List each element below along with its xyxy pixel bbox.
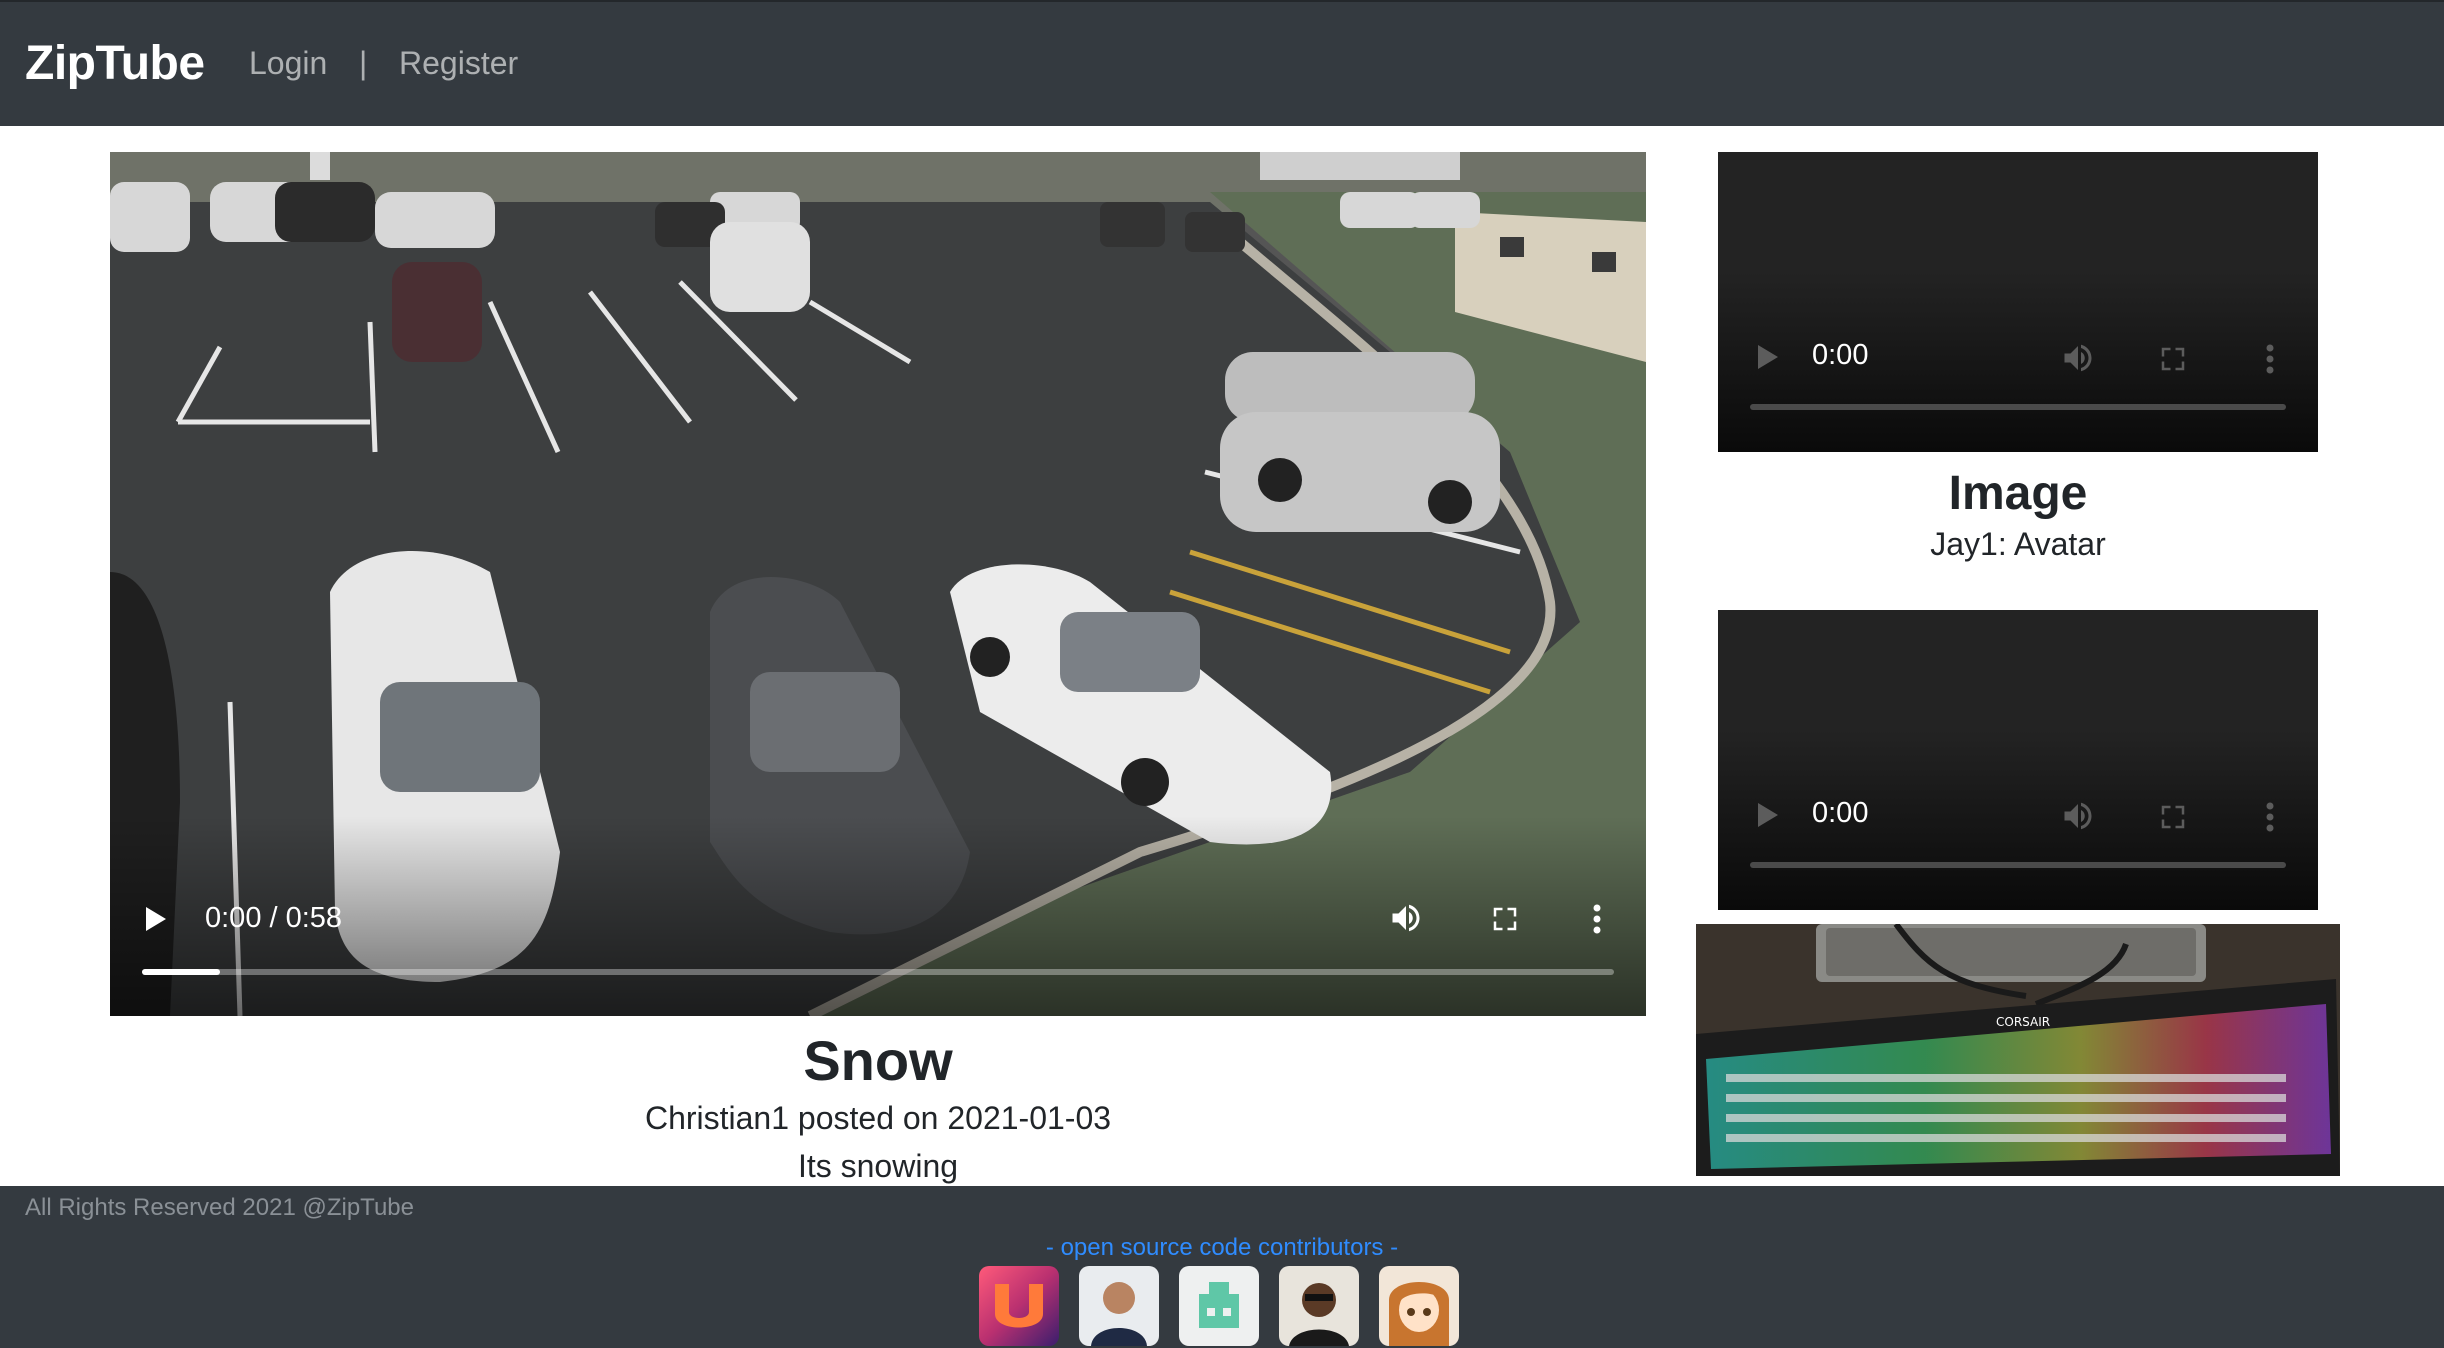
register-link[interactable]: Register [399, 45, 518, 82]
more-options-icon[interactable] [2266, 344, 2274, 379]
video-description: Its snowing [797, 1148, 959, 1184]
brand-logo[interactable]: ZipTube [25, 36, 205, 91]
video-meta: Christian1 posted on 2021-01-03 [644, 1100, 1112, 1136]
video-progress-bar[interactable] [1750, 404, 2286, 410]
contributors-label[interactable]: - open source code contributors - [0, 1234, 2444, 1262]
fullscreen-icon[interactable] [1490, 904, 1520, 939]
footer: All Rights Reserved 2021 @ZipTube - open… [0, 1186, 2444, 1348]
volume-icon[interactable] [2060, 798, 2096, 839]
fullscreen-icon[interactable] [2158, 344, 2188, 379]
play-icon[interactable] [1758, 345, 1778, 369]
keyboard-thumbnail-image: CORSAIR [1696, 924, 2340, 1176]
contributor-avatar-3[interactable] [1179, 1266, 1259, 1346]
sidebar-video-player-1[interactable]: 0:00 [1718, 152, 2318, 452]
play-icon[interactable] [146, 907, 166, 931]
sidebar-video-time: 0:00 [1812, 797, 1869, 829]
more-options-icon[interactable] [2266, 802, 2274, 837]
main-video-player[interactable]: 0:00 / 0:58 [110, 152, 1646, 1016]
sidebar-video-player-2[interactable]: 0:00 [1718, 610, 2318, 910]
video-time-display: 0:00 / 0:58 [205, 902, 343, 934]
contributor-avatar-5[interactable] [1379, 1266, 1459, 1346]
sidebar-video-meta: Jay1: Avatar [1930, 526, 2106, 562]
sidebar-video-title[interactable]: Image [1718, 466, 2318, 521]
nav-separator: | [359, 45, 368, 81]
sidebar-video-thumbnail[interactable]: CORSAIR [1696, 924, 2340, 1176]
video-progress-bar[interactable] [142, 969, 1614, 975]
contributor-avatar-1[interactable] [979, 1266, 1059, 1346]
video-title[interactable]: Snow [110, 1028, 1646, 1093]
play-icon[interactable] [1758, 803, 1778, 827]
login-link[interactable]: Login [249, 45, 327, 82]
navbar: ZipTube Login | Register [0, 0, 2444, 126]
video-progress-fill [142, 969, 221, 975]
volume-icon[interactable] [1388, 900, 1424, 941]
sidebar-video-time: 0:00 [1812, 339, 1869, 371]
fullscreen-icon[interactable] [2158, 802, 2188, 837]
volume-icon[interactable] [2060, 340, 2096, 381]
video-progress-bar[interactable] [1750, 862, 2286, 868]
more-options-icon[interactable] [1593, 904, 1601, 939]
copyright-text: All Rights Reserved 2021 @ZipTube [25, 1194, 414, 1221]
contributor-avatar-4[interactable] [1279, 1266, 1359, 1346]
svg-text:CORSAIR: CORSAIR [1996, 1015, 2050, 1029]
contributor-avatar-2[interactable] [1079, 1266, 1159, 1346]
